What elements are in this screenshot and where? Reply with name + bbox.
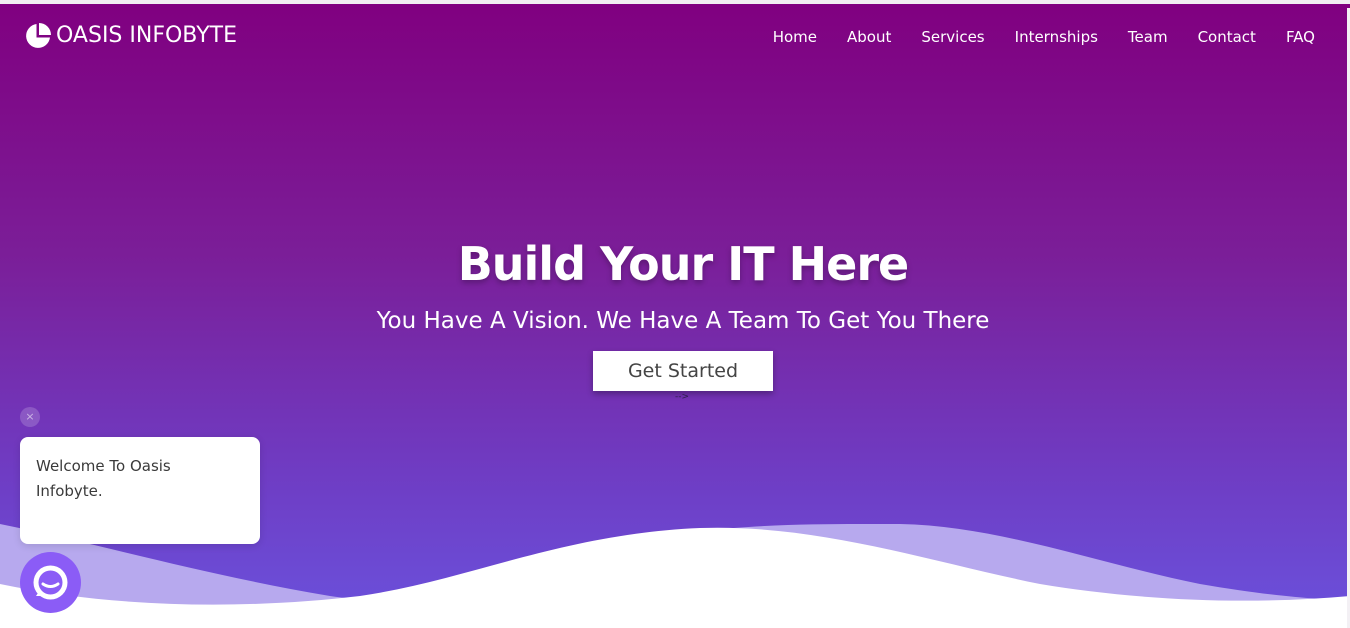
brand-link[interactable]: OASIS INFOBYTE (24, 22, 237, 50)
chat-close-button[interactable]: × (20, 407, 40, 427)
chat-welcome-message: Welcome To Oasis Infobyte. (36, 457, 171, 500)
main-nav: Home About Services Internships Team Con… (743, 27, 1315, 47)
nav-link-team[interactable]: Team (1128, 27, 1168, 47)
brand-name: OASIS INFOBYTE (56, 23, 237, 48)
nav-link-about[interactable]: About (847, 27, 891, 47)
page: OASIS INFOBYTE Home About Services Inter… (0, 0, 1350, 628)
hero-title: Build Your IT Here (457, 237, 910, 291)
stray-comment-text: --> (675, 392, 690, 402)
pie-chart-icon (26, 23, 51, 48)
nav-link-home[interactable]: Home (773, 27, 817, 47)
hero-subtitle: You Have A Vision. We Have A Team To Get… (376, 308, 990, 334)
chat-launcher-button[interactable] (20, 552, 81, 613)
nav-link-faq[interactable]: FAQ (1286, 27, 1315, 47)
chat-bubble-icon (33, 565, 68, 600)
nav-link-services[interactable]: Services (921, 27, 984, 47)
get-started-button[interactable]: Get Started (593, 351, 773, 391)
chat-welcome-bubble[interactable]: Welcome To Oasis Infobyte. (20, 437, 260, 544)
nav-link-internships[interactable]: Internships (1015, 27, 1098, 47)
nav-link-contact[interactable]: Contact (1198, 27, 1256, 47)
